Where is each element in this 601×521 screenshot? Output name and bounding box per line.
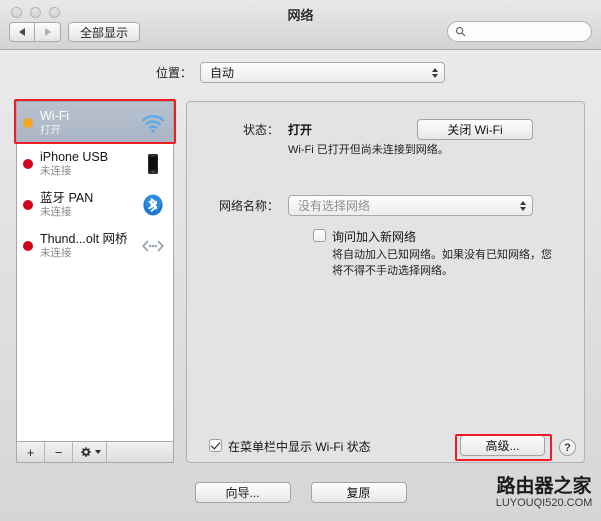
show-menubar-label: 在菜单栏中显示 Wi-Fi 状态: [228, 440, 371, 454]
chevron-down-icon: [94, 450, 101, 454]
chevron-updown-icon: [432, 67, 438, 78]
remove-interface-button[interactable]: −: [45, 442, 73, 462]
interface-texts: Thund...olt 网桥 未连接: [40, 232, 140, 259]
wifi-settings-panel: 状态： 打开 关闭 Wi-Fi Wi-Fi 已打开但尚未连接到网络。 网络名称：…: [186, 101, 585, 463]
interface-name: Thund...olt 网桥: [40, 232, 128, 247]
iphone-icon: [140, 151, 166, 177]
revert-label: 复原: [346, 486, 371, 500]
remove-interface-label: −: [54, 444, 63, 460]
status-dot: [23, 117, 33, 128]
location-label: 位置：: [155, 66, 192, 80]
location-row: 位置： 自动: [0, 62, 601, 83]
interface-name: 蓝牙 PAN: [40, 191, 94, 206]
thunderbolt-bridge-icon: [140, 233, 166, 259]
interface-status: 未连接: [40, 246, 72, 259]
window-titlebar: 网络 全部显示: [0, 0, 601, 50]
turn-off-wifi-button[interactable]: 关闭 Wi-Fi: [417, 119, 533, 140]
bluetooth-icon: [140, 192, 166, 218]
show-menubar-checkbox[interactable]: [209, 439, 222, 452]
interface-status: 未连接: [40, 205, 72, 218]
assist-button[interactable]: 向导...: [194, 482, 291, 503]
ask-to-join-description: 将自动加入已知网络。如果没有已知网络，您将不得不手动选择网络。: [332, 249, 552, 277]
turn-off-wifi-label: 关闭 Wi-Fi: [447, 123, 503, 137]
location-selected-value: 自动: [210, 66, 235, 80]
wifi-icon: [140, 110, 166, 136]
interface-name: iPhone USB: [40, 150, 109, 165]
sidebar-item-thunderbolt-bridge[interactable]: Thund...olt 网桥 未连接: [17, 225, 173, 266]
back-button[interactable]: [9, 22, 35, 42]
revert-button[interactable]: 复原: [310, 482, 407, 503]
network-name-label: 网络名称：: [218, 199, 279, 213]
show-all-button[interactable]: 全部显示: [68, 22, 141, 42]
back-arrow-icon: [19, 28, 25, 36]
search-input[interactable]: [470, 24, 584, 39]
search-icon: [455, 26, 466, 37]
help-button[interactable]: ?: [559, 439, 576, 456]
status-dot: [23, 158, 33, 169]
help-label: ?: [564, 441, 571, 454]
assist-label: 向导...: [225, 486, 260, 500]
sidebar-item-bluetooth-pan[interactable]: 蓝牙 PAN 未连接: [17, 184, 173, 225]
status-value: 打开: [288, 123, 313, 137]
interface-name: Wi-Fi: [40, 109, 70, 124]
interface-list-toolbar: + −: [16, 441, 174, 463]
status-dot: [23, 240, 33, 251]
add-interface-label: +: [26, 444, 35, 460]
interface-texts: iPhone USB 未连接: [40, 150, 140, 177]
status-row: 状态： 打开 关闭 Wi-Fi: [187, 119, 586, 140]
interface-status: 未连接: [40, 164, 72, 177]
search-field[interactable]: [447, 21, 592, 42]
add-interface-button[interactable]: +: [17, 442, 45, 462]
forward-arrow-icon: [44, 28, 51, 36]
network-name-row: 网络名称： 没有选择网络: [187, 195, 586, 216]
sidebar-item-iphone-usb[interactable]: iPhone USB 未连接: [17, 143, 173, 184]
ask-to-join-checkbox[interactable]: [313, 229, 326, 242]
network-name-popup-button[interactable]: 没有选择网络: [288, 195, 533, 216]
interface-texts: 蓝牙 PAN 未连接: [40, 191, 140, 218]
show-menubar-checkbox-row[interactable]: 在菜单栏中显示 Wi-Fi 状态: [209, 438, 371, 455]
advanced-label: 高级...: [485, 439, 520, 453]
window-footer: 向导... 复原: [0, 482, 601, 503]
status-description: Wi-Fi 已打开但尚未连接到网络。: [288, 144, 449, 156]
navigation-buttons: [9, 22, 61, 42]
ask-to-join-checkbox-row[interactable]: 询问加入新网络: [313, 228, 416, 245]
ask-to-join-label: 询问加入新网络: [332, 230, 417, 244]
interface-texts: Wi-Fi 打开: [40, 109, 140, 136]
advanced-button[interactable]: 高级...: [460, 435, 545, 456]
status-dot: [23, 199, 33, 210]
interface-actions-button[interactable]: [73, 442, 107, 462]
network-interface-list[interactable]: Wi-Fi 打开 iPhone USB 未连接 蓝牙 PAN 未连接 Thund…: [16, 101, 174, 441]
status-label: 状态：: [242, 123, 279, 137]
toolbar-filler: [107, 442, 173, 462]
gear-icon: [80, 446, 91, 457]
sidebar-item-wifi[interactable]: Wi-Fi 打开: [17, 102, 173, 143]
show-all-label: 全部显示: [80, 25, 129, 40]
interface-status: 打开: [40, 123, 61, 136]
chevron-updown-icon: [520, 200, 526, 211]
network-preferences-window: 网络 全部显示 位置： 自动 Wi-Fi 打开 iPhone USB 未连接 蓝…: [0, 0, 601, 521]
network-name-value: 没有选择网络: [298, 199, 371, 213]
forward-button[interactable]: [35, 22, 61, 42]
location-popup-button[interactable]: 自动: [200, 62, 445, 83]
